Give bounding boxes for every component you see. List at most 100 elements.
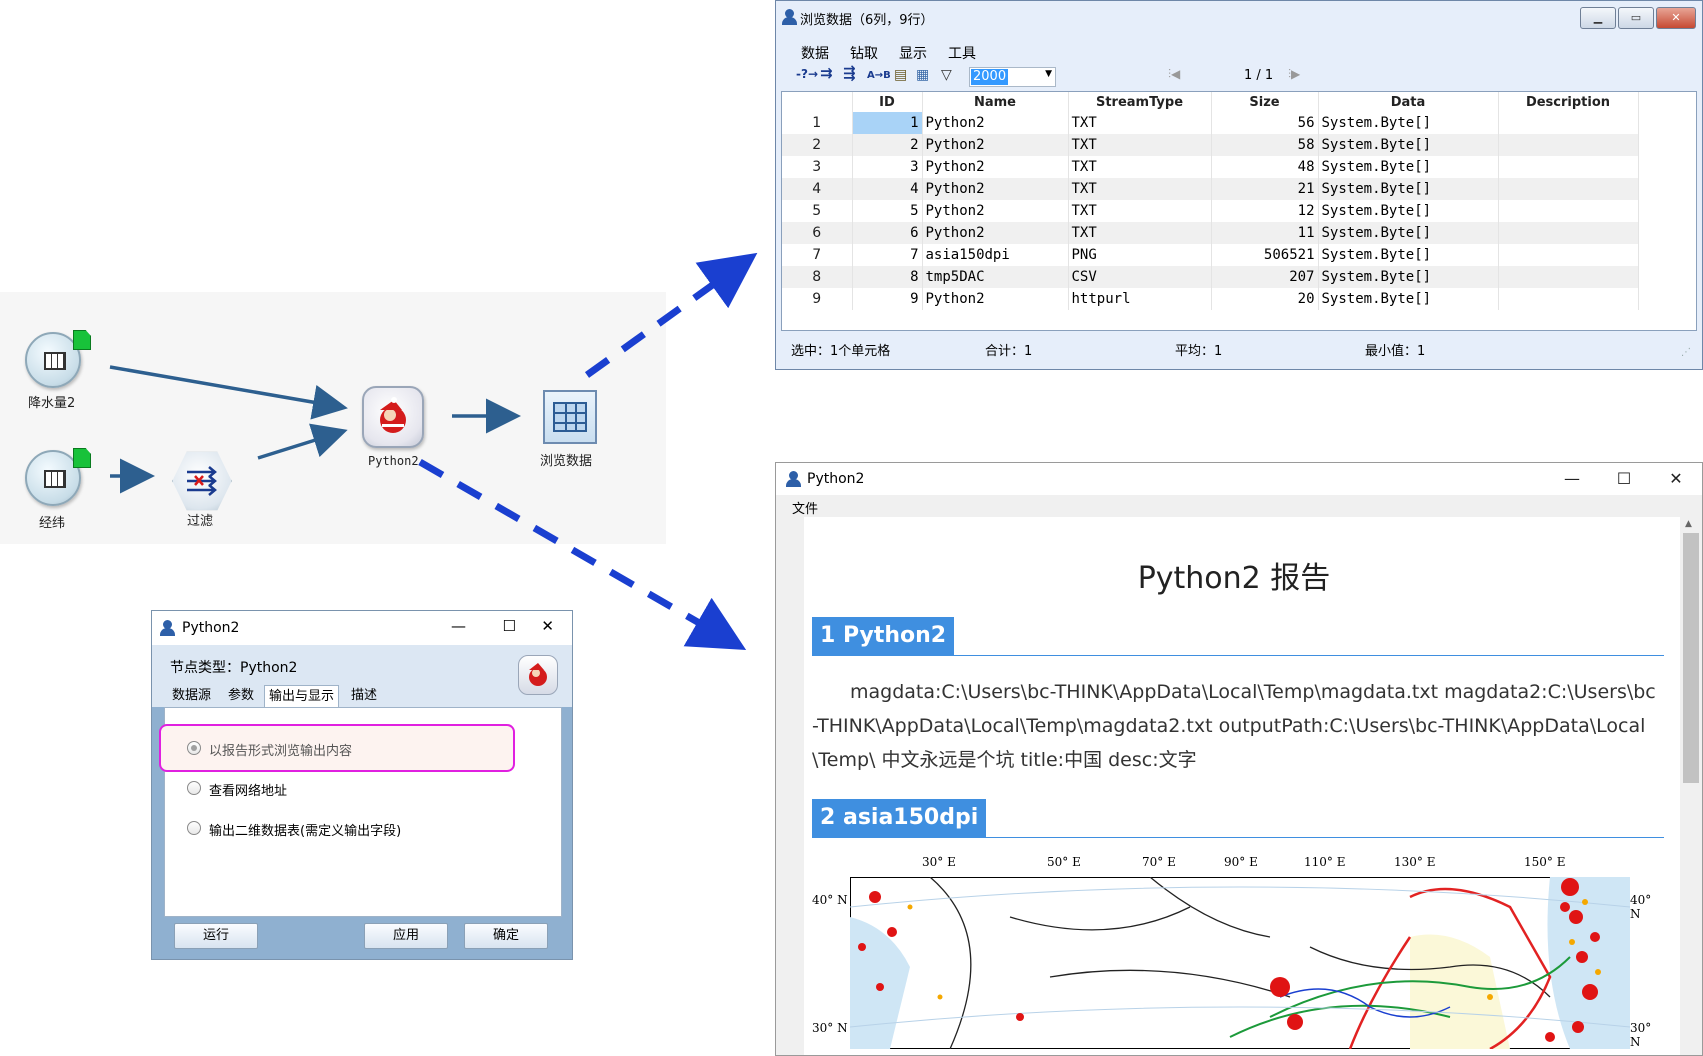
cell-size[interactable]: 56 (1211, 112, 1319, 134)
report-scrollbar[interactable]: ▲ (1680, 517, 1702, 1055)
chevron-down-icon[interactable]: ▼ (1045, 69, 1052, 79)
cell-streamtype[interactable]: TXT (1068, 222, 1212, 244)
cell-size[interactable]: 48 (1211, 156, 1319, 178)
cell-size[interactable]: 506521 (1211, 244, 1319, 266)
minimize-button[interactable]: — (1546, 463, 1598, 495)
maximize-button[interactable]: ☐ (1598, 463, 1650, 495)
column-header-data[interactable]: Data (1318, 92, 1499, 112)
cell-data[interactable]: System.Byte[] (1318, 288, 1499, 310)
cell-id[interactable]: 9 (852, 288, 923, 310)
cell-streamtype[interactable]: CSV (1068, 266, 1212, 288)
cell-data[interactable]: System.Byte[] (1318, 178, 1499, 200)
cell-description[interactable] (1498, 178, 1639, 200)
table-row[interactable]: 3 3 Python2 TXT 48 System.Byte[] (782, 156, 1639, 178)
table-row[interactable]: 6 6 Python2 TXT 11 System.Byte[] (782, 222, 1639, 244)
toolbar-split-icon[interactable]: ⇉ (820, 64, 833, 84)
column-header-size[interactable]: Size (1211, 92, 1319, 112)
cell-size[interactable]: 12 (1211, 200, 1319, 222)
cell-id[interactable]: 7 (852, 244, 923, 266)
menu-display[interactable]: 显示 (899, 43, 927, 63)
cell-name[interactable]: Python2 (922, 222, 1069, 244)
minimize-button[interactable]: — (451, 617, 466, 635)
menu-tools[interactable]: 工具 (948, 43, 976, 63)
column-header-description[interactable]: Description (1498, 92, 1639, 112)
toolbar-merge-icon[interactable]: ⇶ (843, 64, 856, 84)
cell-description[interactable] (1498, 266, 1639, 288)
cell-name[interactable]: Python2 (922, 134, 1069, 156)
report-titlebar[interactable]: Python2 — ☐ ✕ (776, 463, 1702, 495)
dialog-titlebar[interactable]: Python2 — ☐ ✕ (152, 611, 572, 645)
cell-streamtype[interactable]: TXT (1068, 134, 1212, 156)
cell-size[interactable]: 20 (1211, 288, 1319, 310)
cell-name[interactable]: Python2 (922, 112, 1069, 134)
menu-data[interactable]: 数据 (801, 43, 829, 63)
radio-report-output[interactable] (187, 741, 201, 755)
toolbar-rename-icon[interactable]: A→B (867, 70, 891, 90)
cell-id[interactable]: 2 (852, 134, 923, 156)
tab-datasource[interactable]: 数据源 (168, 685, 215, 707)
cell-description[interactable] (1498, 134, 1639, 156)
cell-id[interactable]: 5 (852, 200, 923, 222)
cell-id[interactable]: 8 (852, 266, 923, 288)
ok-button[interactable]: 确定 (464, 923, 548, 949)
data-grid[interactable]: ID Name StreamType Size Data Description… (781, 91, 1697, 331)
cell-size[interactable]: 21 (1211, 178, 1319, 200)
column-header-streamtype[interactable]: StreamType (1068, 92, 1212, 112)
column-header-name[interactable]: Name (922, 92, 1069, 112)
radio-view-url[interactable] (187, 781, 201, 795)
table-row[interactable]: 4 4 Python2 TXT 21 System.Byte[] (782, 178, 1639, 200)
cell-name[interactable]: Python2 (922, 156, 1069, 178)
cell-name[interactable]: Python2 (922, 178, 1069, 200)
table-row[interactable]: 8 8 tmp5DAC CSV 207 System.Byte[] (782, 266, 1639, 288)
cell-size[interactable]: 11 (1211, 222, 1319, 244)
scroll-up-icon[interactable]: ▲ (1685, 519, 1692, 529)
cell-data[interactable]: System.Byte[] (1318, 200, 1499, 222)
cell-streamtype[interactable]: PNG (1068, 244, 1212, 266)
menu-drill[interactable]: 钻取 (850, 43, 878, 63)
cell-size[interactable]: 58 (1211, 134, 1319, 156)
column-header-id[interactable]: ID (852, 92, 923, 112)
cell-data[interactable]: System.Byte[] (1318, 156, 1499, 178)
table-row[interactable]: 9 9 Python2 httpurl 20 System.Byte[] (782, 288, 1639, 310)
cell-streamtype[interactable]: TXT (1068, 156, 1212, 178)
cell-streamtype[interactable]: TXT (1068, 200, 1212, 222)
cell-name[interactable]: asia150dpi (922, 244, 1069, 266)
tab-parameters[interactable]: 参数 (224, 685, 258, 707)
cell-description[interactable] (1498, 288, 1639, 310)
cell-id[interactable]: 6 (852, 222, 923, 244)
tab-output-display[interactable]: 输出与显示 (264, 685, 340, 707)
maximize-button[interactable]: ☐ (503, 617, 516, 635)
table-row[interactable]: 5 5 Python2 TXT 12 System.Byte[] (782, 200, 1639, 222)
row-limit-combobox[interactable]: 2000 ▼ (969, 67, 1056, 87)
cell-streamtype[interactable]: httpurl (1068, 288, 1212, 310)
menu-file[interactable]: 文件 (792, 498, 818, 517)
cell-size[interactable]: 207 (1211, 266, 1319, 288)
cell-data[interactable]: System.Byte[] (1318, 134, 1499, 156)
cell-name[interactable]: Python2 (922, 200, 1069, 222)
cell-data[interactable]: System.Byte[] (1318, 244, 1499, 266)
resize-grip-icon[interactable]: ⋰ (1681, 347, 1691, 358)
close-button[interactable]: ✕ (1650, 463, 1702, 495)
table-row[interactable]: 1 1 Python2 TXT 56 System.Byte[] (782, 112, 1639, 134)
table-row[interactable]: 2 2 Python2 TXT 58 System.Byte[] (782, 134, 1639, 156)
cell-name[interactable]: Python2 (922, 288, 1069, 310)
minimize-button[interactable]: ▁ (1580, 7, 1616, 29)
cell-description[interactable] (1498, 222, 1639, 244)
tab-description[interactable]: 描述 (347, 685, 381, 707)
maximize-button[interactable]: ▭ (1618, 7, 1654, 29)
scrollbar-thumb[interactable] (1683, 533, 1699, 783)
toolbar-columns-icon[interactable]: ▦ (916, 67, 929, 87)
cell-description[interactable] (1498, 156, 1639, 178)
cell-description[interactable] (1498, 112, 1639, 134)
cell-streamtype[interactable]: TXT (1068, 112, 1212, 134)
cell-data[interactable]: System.Byte[] (1318, 222, 1499, 244)
funnel-filter-icon[interactable]: ▽ (941, 67, 952, 87)
run-button[interactable]: 运行 (174, 923, 258, 949)
table-row[interactable]: 7 7 asia150dpi PNG 506521 System.Byte[] (782, 244, 1639, 266)
toolbar-export-icon[interactable]: ▤ (894, 67, 907, 87)
cell-data[interactable]: System.Byte[] (1318, 112, 1499, 134)
radio-output-table[interactable] (187, 821, 201, 835)
apply-button[interactable]: 应用 (364, 923, 448, 949)
cell-description[interactable] (1498, 200, 1639, 222)
cell-id[interactable]: 3 (852, 156, 923, 178)
